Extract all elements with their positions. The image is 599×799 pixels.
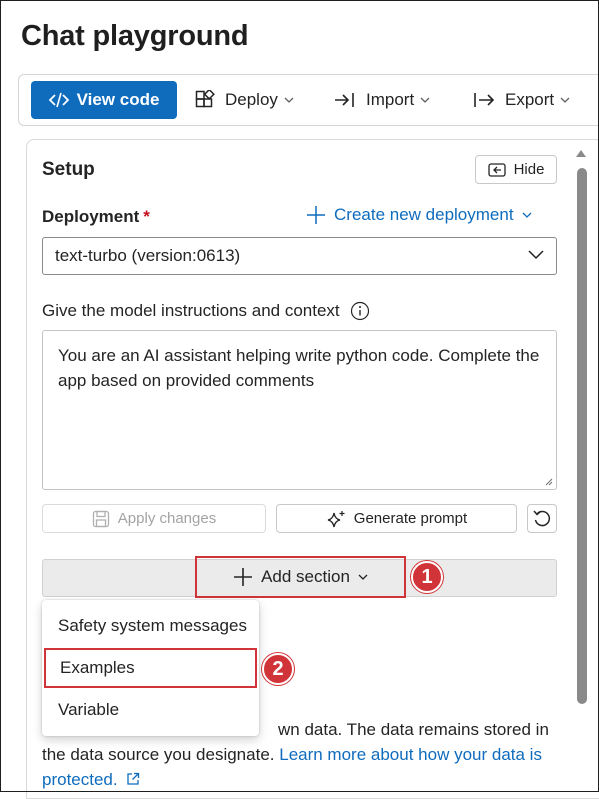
code-icon (48, 92, 69, 108)
deployment-label: Deployment * (42, 207, 150, 227)
generate-prompt-label: Generate prompt (353, 510, 468, 527)
import-icon (335, 93, 354, 107)
menu-item-safety-system-messages[interactable]: Safety system messages (42, 606, 259, 646)
save-icon (92, 510, 109, 527)
sparkle-icon (327, 510, 345, 527)
undo-icon (533, 510, 551, 526)
page-title: Chat playground (21, 20, 249, 52)
scrollbar-thumb[interactable] (577, 168, 587, 704)
instructions-textarea[interactable]: You are an AI assistant helping write py… (42, 330, 557, 490)
import-button[interactable]: Import (334, 81, 430, 119)
chevron-down-icon (528, 250, 544, 260)
instructions-label: Give the model instructions and context (42, 301, 370, 321)
apply-changes-button[interactable]: Apply changes (42, 504, 266, 533)
hide-label: Hide (513, 161, 545, 178)
export-icon (474, 93, 495, 107)
plus-icon (307, 206, 325, 224)
deploy-icon (195, 90, 215, 108)
notice-line-2: the data source you designate. Learn mor… (42, 742, 562, 792)
collapse-panel-icon (487, 162, 506, 177)
deploy-button[interactable]: Deploy (195, 81, 294, 119)
info-icon[interactable] (350, 301, 370, 321)
export-button[interactable]: Export (473, 81, 570, 119)
scroll-up-arrow-icon[interactable] (575, 148, 587, 158)
notice-line-2-text: the data source you designate. (42, 745, 280, 764)
hide-button[interactable]: Hide (475, 155, 557, 184)
add-section-button[interactable]: Add section (195, 556, 406, 598)
step-badge-1: 1 (411, 561, 443, 593)
chevron-down-icon (522, 212, 532, 218)
menu-item-examples[interactable]: Examples (44, 648, 257, 688)
generate-prompt-button[interactable]: Generate prompt (276, 504, 517, 533)
export-label: Export (505, 90, 555, 109)
chevron-down-icon (358, 574, 368, 580)
menu-item-variable[interactable]: Variable (42, 690, 259, 730)
deployment-label-text: Deployment (42, 207, 140, 226)
view-code-label: View code (76, 90, 160, 109)
step-badge-2: 2 (262, 653, 294, 685)
chevron-down-icon (420, 97, 430, 103)
resize-grip-icon[interactable] (543, 476, 553, 486)
view-code-button[interactable]: View code (31, 81, 177, 119)
chevron-down-icon (284, 97, 294, 103)
deploy-label: Deploy (225, 90, 278, 109)
add-section-label: Add section (261, 567, 350, 586)
add-section-menu: Safety system messages Examples Variable (42, 600, 259, 736)
external-link-icon (127, 772, 140, 785)
toolbar: View code Deploy Import Export (18, 74, 599, 126)
reset-button[interactable] (527, 504, 557, 533)
create-deployment-label: Create new deployment (334, 205, 514, 224)
plus-icon (234, 568, 253, 586)
instructions-value: You are an AI assistant helping write py… (58, 346, 540, 390)
required-mark: * (143, 207, 150, 226)
chevron-down-icon (560, 97, 570, 103)
deployment-value: text-turbo (version:0613) (55, 246, 241, 265)
apply-changes-label: Apply changes (117, 510, 217, 527)
import-label: Import (366, 90, 415, 109)
deployment-select[interactable]: text-turbo (version:0613) (42, 237, 557, 275)
instructions-label-text: Give the model instructions and context (42, 301, 340, 320)
create-deployment-link[interactable]: Create new deployment (306, 205, 532, 225)
setup-title: Setup (42, 159, 95, 180)
